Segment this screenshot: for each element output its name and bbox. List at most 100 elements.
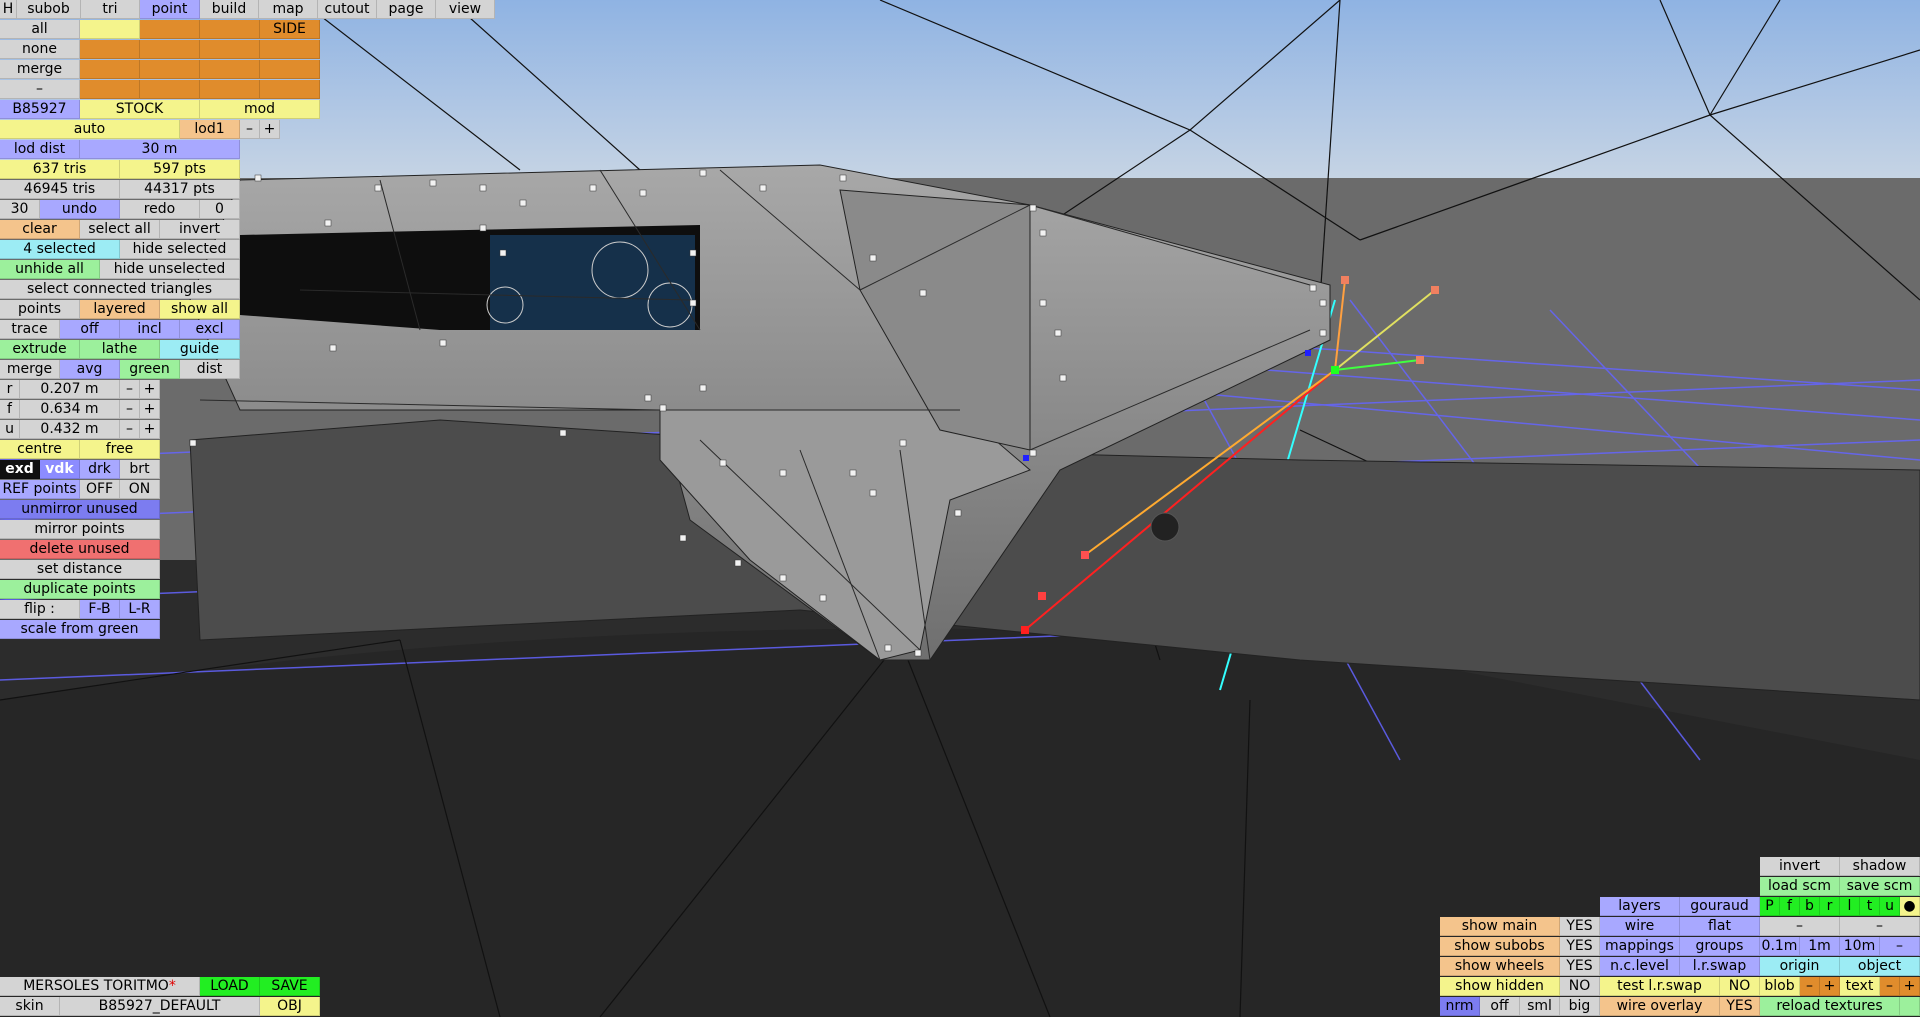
coord-f-decrease-button[interactable]: – — [120, 400, 140, 419]
tab-view[interactable]: view — [436, 0, 495, 19]
exd-toggle[interactable]: exd — [0, 460, 40, 479]
obj-button[interactable]: OBJ — [260, 997, 320, 1016]
palette-slot[interactable] — [200, 20, 260, 39]
blob-button[interactable]: blob — [1760, 977, 1800, 996]
palette-slot[interactable] — [200, 80, 260, 99]
tab-cutout[interactable]: cutout — [318, 0, 377, 19]
mod-button[interactable]: mod — [200, 100, 320, 119]
ref-points-on-button[interactable]: ON — [120, 480, 160, 499]
coord-u-decrease-button[interactable]: – — [120, 420, 140, 439]
set-distance-button[interactable]: set distance — [0, 560, 160, 579]
origin-button[interactable]: origin — [1760, 957, 1840, 976]
layer-flag-l[interactable]: l — [1840, 897, 1860, 916]
layer-flag-u[interactable]: u — [1880, 897, 1900, 916]
subtract-selection-button[interactable]: – — [0, 80, 80, 99]
stock-button[interactable]: STOCK — [80, 100, 200, 119]
select-none-button[interactable]: none — [0, 40, 80, 59]
trace-incl-button[interactable]: incl — [120, 320, 180, 339]
free-button[interactable]: free — [80, 440, 160, 459]
object-button[interactable]: object — [1840, 957, 1920, 976]
trace-off-button[interactable]: off — [60, 320, 120, 339]
car-id-button[interactable]: B85927 — [0, 100, 80, 119]
auto-lod-button[interactable]: auto — [0, 120, 180, 139]
unmirror-unused-button[interactable]: unmirror unused — [0, 500, 160, 519]
layer-flag-dot[interactable]: ● — [1900, 897, 1920, 916]
step-0-1m-button[interactable]: 0.1m — [1760, 937, 1800, 956]
palette-slot[interactable] — [140, 80, 200, 99]
coord-f-increase-button[interactable]: + — [140, 400, 160, 419]
merge-green-button[interactable]: green — [120, 360, 180, 379]
side-button[interactable]: SIDE — [260, 20, 320, 39]
brt-toggle[interactable]: brt — [120, 460, 160, 479]
select-all-points-button[interactable]: all — [0, 20, 80, 39]
merge-selection-button[interactable]: merge — [0, 60, 80, 79]
step-10m-button[interactable]: 10m — [1840, 937, 1880, 956]
layered-mode-button[interactable]: layered — [80, 300, 160, 319]
show-all-button[interactable]: show all — [160, 300, 240, 319]
duplicate-points-button[interactable]: duplicate points — [0, 580, 160, 599]
show-subobs-button[interactable]: show subobs — [1440, 937, 1560, 956]
layers-button[interactable]: layers — [1600, 897, 1680, 916]
normals-sml-button[interactable]: sml — [1520, 997, 1560, 1016]
lod-level[interactable]: lod1 — [180, 120, 240, 139]
show-hidden-value[interactable]: NO — [1560, 977, 1600, 996]
layer-flag-f[interactable]: f — [1780, 897, 1800, 916]
tab-page[interactable]: page — [377, 0, 436, 19]
mirror-points-button[interactable]: mirror points — [0, 520, 160, 539]
mappings-button[interactable]: mappings — [1600, 937, 1680, 956]
trace-excl-button[interactable]: excl — [180, 320, 240, 339]
show-wheels-value[interactable]: YES — [1560, 957, 1600, 976]
lod-increase-button[interactable]: + — [260, 120, 280, 139]
skin-selector[interactable]: B85927_DEFAULT — [60, 997, 260, 1016]
show-main-value[interactable]: YES — [1560, 917, 1600, 936]
tab-build[interactable]: build — [200, 0, 259, 19]
tab-h[interactable]: H — [0, 0, 17, 19]
palette-slot[interactable] — [80, 80, 140, 99]
undo-button[interactable]: undo — [40, 200, 120, 219]
vdk-toggle[interactable]: vdk — [40, 460, 80, 479]
save-scm-button[interactable]: save scm — [1840, 877, 1920, 896]
normals-nrm-button[interactable]: nrm — [1440, 997, 1480, 1016]
tab-map[interactable]: map — [259, 0, 318, 19]
coord-value-u[interactable]: 0.432 m — [20, 420, 120, 439]
normals-big-button[interactable]: big — [1560, 997, 1600, 1016]
palette-slot[interactable] — [140, 20, 200, 39]
reload-textures-button[interactable]: reload textures — [1760, 997, 1900, 1016]
merge-points-button[interactable]: merge — [0, 360, 60, 379]
nc-level-button[interactable]: n.c.level — [1600, 957, 1680, 976]
step-1m-button[interactable]: 1m — [1800, 937, 1840, 956]
load-scm-button[interactable]: load scm — [1760, 877, 1840, 896]
coord-value-r[interactable]: 0.207 m — [20, 380, 120, 399]
tab-tri[interactable]: tri — [81, 0, 140, 19]
lod-decrease-button[interactable]: – — [240, 120, 260, 139]
lr-swap-button[interactable]: l.r.swap — [1680, 957, 1760, 976]
wire-overlay-button[interactable]: wire overlay — [1600, 997, 1720, 1016]
flip-fb-button[interactable]: F-B — [80, 600, 120, 619]
load-button[interactable]: LOAD — [200, 977, 260, 996]
blob-decrease-button[interactable]: – — [1800, 977, 1820, 996]
palette-slot[interactable] — [140, 60, 200, 79]
step-decrease-button[interactable]: – — [1760, 917, 1840, 936]
merge-dist-button[interactable]: dist — [180, 360, 240, 379]
points-mode-button[interactable]: points — [0, 300, 80, 319]
show-subobs-value[interactable]: YES — [1560, 937, 1600, 956]
palette-slot[interactable] — [260, 60, 320, 79]
centre-button[interactable]: centre — [0, 440, 80, 459]
test-lr-swap-value[interactable]: NO — [1720, 977, 1760, 996]
invert-selection-button[interactable]: invert — [160, 220, 240, 239]
palette-slot[interactable] — [200, 60, 260, 79]
select-all-button[interactable]: select all — [80, 220, 160, 239]
text-increase-button[interactable]: + — [1900, 977, 1920, 996]
normals-off-button[interactable]: off — [1480, 997, 1520, 1016]
lod-dist-value[interactable]: 30 m — [80, 140, 240, 159]
merge-avg-button[interactable]: avg — [60, 360, 120, 379]
redo-button[interactable]: redo — [120, 200, 200, 219]
text-button[interactable]: text — [1840, 977, 1880, 996]
layer-flag-p[interactable]: P — [1760, 897, 1780, 916]
coord-u-increase-button[interactable]: + — [140, 420, 160, 439]
scale-from-green-button[interactable]: scale from green — [0, 620, 160, 639]
palette-slot[interactable] — [140, 40, 200, 59]
blob-increase-button[interactable]: + — [1820, 977, 1840, 996]
save-button[interactable]: SAVE — [260, 977, 320, 996]
palette-slot[interactable] — [260, 40, 320, 59]
